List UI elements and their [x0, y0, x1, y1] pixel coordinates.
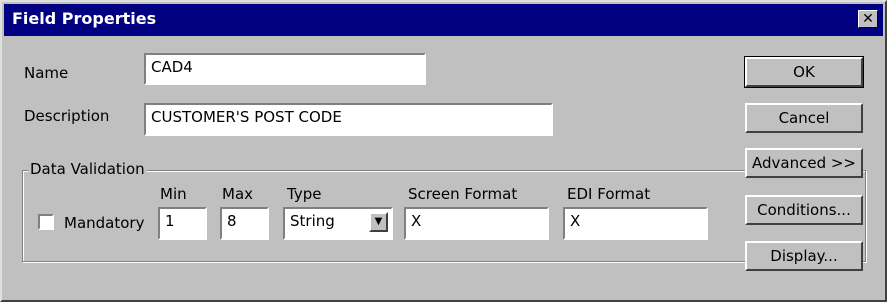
name-label: Name — [24, 64, 69, 82]
name-input[interactable]: CAD4 — [144, 53, 426, 85]
description-input[interactable]: CUSTOMER'S POST CODE — [144, 103, 553, 136]
max-input[interactable]: 8 — [220, 207, 269, 240]
mandatory-label: Mandatory — [64, 214, 145, 232]
screen-format-input[interactable]: X — [404, 207, 549, 240]
cancel-button[interactable]: Cancel — [745, 103, 863, 133]
min-label: Min — [160, 185, 187, 203]
max-label: Max — [222, 185, 254, 203]
close-icon: ✕ — [862, 11, 874, 27]
type-label: Type — [287, 185, 322, 203]
advanced-button[interactable]: Advanced >> — [745, 148, 863, 178]
type-select-value: String — [290, 212, 335, 230]
min-input[interactable]: 1 — [158, 207, 207, 240]
display-button[interactable]: Display... — [745, 241, 863, 271]
type-dropdown-button[interactable]: ▼ — [369, 212, 388, 232]
edi-format-label: EDI Format — [567, 185, 651, 203]
description-label: Description — [24, 107, 110, 125]
close-button[interactable]: ✕ — [858, 10, 878, 28]
window-title: Field Properties — [12, 9, 157, 28]
screen-format-label: Screen Format — [408, 185, 518, 203]
edi-format-input[interactable]: X — [563, 207, 708, 240]
ok-button[interactable]: OK — [744, 56, 864, 88]
data-validation-label: Data Validation — [28, 160, 147, 178]
conditions-button[interactable]: Conditions... — [745, 195, 863, 225]
chevron-down-icon: ▼ — [374, 216, 383, 227]
mandatory-checkbox[interactable] — [38, 214, 54, 230]
title-bar[interactable]: Field Properties ✕ — [4, 4, 883, 36]
